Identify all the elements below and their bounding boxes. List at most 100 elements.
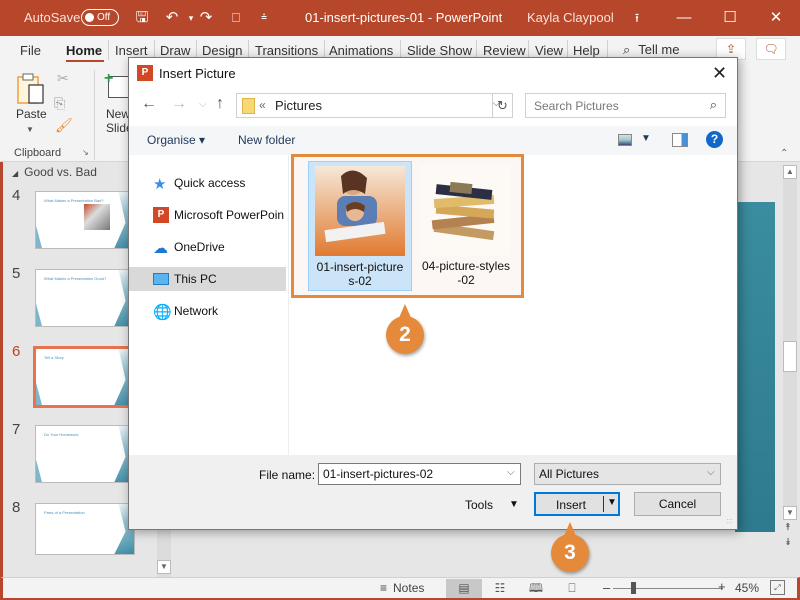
redo-icon[interactable]: ↷: [196, 8, 216, 28]
copy-icon[interactable]: ⎘: [54, 95, 65, 112]
slide-thumb-title: What Makes a Presentation Good?: [44, 276, 107, 281]
notes-button[interactable]: ≡ Notes: [380, 581, 424, 595]
cancel-button[interactable]: Cancel: [634, 492, 721, 516]
nav-item-powerpoint[interactable]: P Microsoft PowerPoin: [129, 203, 286, 227]
start-presentation-icon[interactable]: ⎕: [226, 8, 246, 28]
slide-thumbnail-7[interactable]: Do Your Homework: [35, 425, 135, 483]
search-input[interactable]: Search Pictures ⌕: [525, 93, 726, 118]
file-type-select[interactable]: All Pictures: [534, 463, 721, 485]
nav-label: Quick access: [174, 176, 246, 190]
paste-clipboard-icon[interactable]: [17, 73, 45, 105]
file-type-dropdown-icon[interactable]: ⌵: [707, 467, 715, 478]
tab-review[interactable]: Review: [483, 43, 526, 58]
preview-pane-icon[interactable]: [672, 133, 688, 147]
paste-button[interactable]: Paste: [16, 107, 47, 121]
current-slide[interactable]: [735, 202, 775, 532]
ribbon-display-options-icon[interactable]: ⭱: [624, 6, 650, 30]
insert-dropdown-icon[interactable]: ▼: [607, 497, 617, 508]
back-arrow-icon[interactable]: ←: [141, 95, 157, 113]
nav-label: OneDrive: [174, 240, 225, 254]
resize-grip[interactable]: ∷: [727, 517, 732, 526]
undo-icon[interactable]: ↶: [162, 8, 182, 28]
comments-button[interactable]: 🗨: [756, 38, 786, 60]
tab-help[interactable]: Help: [573, 43, 600, 58]
file-name-line: -02: [457, 273, 475, 287]
nav-item-this-pc[interactable]: This PC: [129, 267, 286, 291]
tab-home[interactable]: Home: [66, 43, 102, 58]
insert-button[interactable]: Insert ▼: [534, 492, 620, 516]
slide-thumbnail-8[interactable]: Parts of a Presentation: [35, 503, 135, 555]
scroll-down-button[interactable]: ▼: [157, 560, 171, 574]
file-tile[interactable]: 04-picture-styles -02: [414, 161, 518, 291]
nav-item-quick-access[interactable]: ★ Quick access: [129, 171, 286, 195]
paste-dropdown-icon[interactable]: ▼: [26, 125, 34, 134]
scroll-up-button[interactable]: ▲: [783, 165, 797, 179]
up-arrow-icon[interactable]: ↑: [216, 95, 224, 113]
file-name-input[interactable]: 01-insert-pictures-02: [318, 463, 521, 485]
tab-view[interactable]: View: [535, 43, 563, 58]
refresh-button[interactable]: ↻: [492, 93, 513, 118]
address-bar[interactable]: « Pictures ⌵: [236, 93, 513, 118]
powerpoint-icon: P: [137, 65, 153, 81]
file-name-line: 04-picture-styles: [421, 259, 511, 273]
zoom-level[interactable]: 45%: [735, 581, 759, 595]
normal-view-button[interactable]: ▤: [446, 579, 482, 598]
section-header[interactable]: ◢ Good vs. Bad: [12, 165, 97, 179]
slide-thumbnail-5[interactable]: What Makes a Presentation Good?: [35, 269, 135, 327]
tools-dropdown-icon[interactable]: ▼: [509, 499, 519, 510]
tab-draw[interactable]: Draw: [160, 43, 190, 58]
autosave-toggle[interactable]: Off: [81, 9, 119, 26]
tab-transitions[interactable]: Transitions: [255, 43, 318, 58]
slide-show-button[interactable]: ⎕: [554, 579, 590, 598]
nav-item-network[interactable]: 🌐 Network: [129, 299, 286, 323]
fit-to-window-icon[interactable]: ⤢: [770, 580, 785, 595]
collapse-ribbon-icon[interactable]: ⌃: [780, 148, 788, 159]
zoom-in-button[interactable]: +: [718, 579, 726, 594]
view-dropdown-icon[interactable]: ▼: [641, 133, 651, 144]
tab-file[interactable]: File: [20, 43, 41, 58]
scrollbar-thumb[interactable]: [783, 341, 797, 372]
minimize-button[interactable]: —: [671, 6, 697, 30]
breadcrumb-pictures[interactable]: Pictures: [275, 98, 322, 113]
tell-me-search[interactable]: ⌕ Tell me: [623, 42, 679, 58]
organise-button[interactable]: Organise ▾: [147, 133, 205, 147]
maximize-button[interactable]: ☐: [717, 6, 743, 30]
reading-view-button[interactable]: 🕮: [518, 579, 554, 598]
cut-icon[interactable]: ✂: [57, 70, 69, 87]
format-painter-icon[interactable]: 🖌: [55, 117, 73, 134]
breadcrumb-overflow[interactable]: «: [259, 98, 266, 112]
nav-item-onedrive[interactable]: ☁ OneDrive: [129, 235, 286, 259]
dialog-close-button[interactable]: ✕: [712, 63, 727, 84]
new-folder-button[interactable]: New folder: [238, 133, 295, 147]
tab-animations[interactable]: Animations: [329, 43, 393, 58]
next-slide-icon[interactable]: ⯯: [785, 537, 791, 548]
slide-thumbnail-4[interactable]: What Makes a Presentation Bad?: [35, 191, 135, 249]
zoom-slider-handle[interactable]: [631, 582, 636, 594]
slide-decoration: [36, 382, 42, 405]
scroll-down-button[interactable]: ▼: [783, 506, 797, 520]
tab-design[interactable]: Design: [202, 43, 242, 58]
tab-slide-show[interactable]: Slide Show: [407, 43, 472, 58]
file-name-dropdown-icon[interactable]: ⌵: [507, 467, 515, 478]
onedrive-cloud-icon: ☁: [153, 240, 168, 257]
clipboard-launcher-icon[interactable]: ↘: [82, 148, 89, 157]
tab-insert[interactable]: Insert: [115, 43, 148, 58]
help-icon[interactable]: ?: [706, 131, 723, 148]
slide-number: 5: [12, 265, 21, 282]
previous-slide-icon[interactable]: ⯭: [785, 522, 791, 533]
slide-thumbnail-6[interactable]: Tell a Story: [33, 346, 137, 408]
zoom-slider[interactable]: [613, 588, 723, 589]
tools-button[interactable]: Tools: [465, 498, 493, 512]
forward-arrow-icon[interactable]: →: [171, 95, 187, 113]
file-tile[interactable]: 01-insert-picture s-02: [308, 161, 412, 291]
recent-locations-icon[interactable]: ⌵: [199, 99, 207, 110]
slide-sorter-button[interactable]: ☷: [482, 579, 518, 598]
save-icon[interactable]: 🖫: [132, 8, 152, 28]
customize-toolbar-icon[interactable]: ⩮: [254, 8, 274, 28]
slide-show-icon: ⎕: [568, 581, 576, 595]
section-name: Good vs. Bad: [24, 165, 97, 179]
change-view-icon[interactable]: [618, 134, 632, 146]
zoom-out-button[interactable]: –: [603, 580, 610, 595]
user-name[interactable]: Kayla Claypool: [527, 10, 614, 25]
close-window-button[interactable]: ✕: [763, 6, 789, 30]
